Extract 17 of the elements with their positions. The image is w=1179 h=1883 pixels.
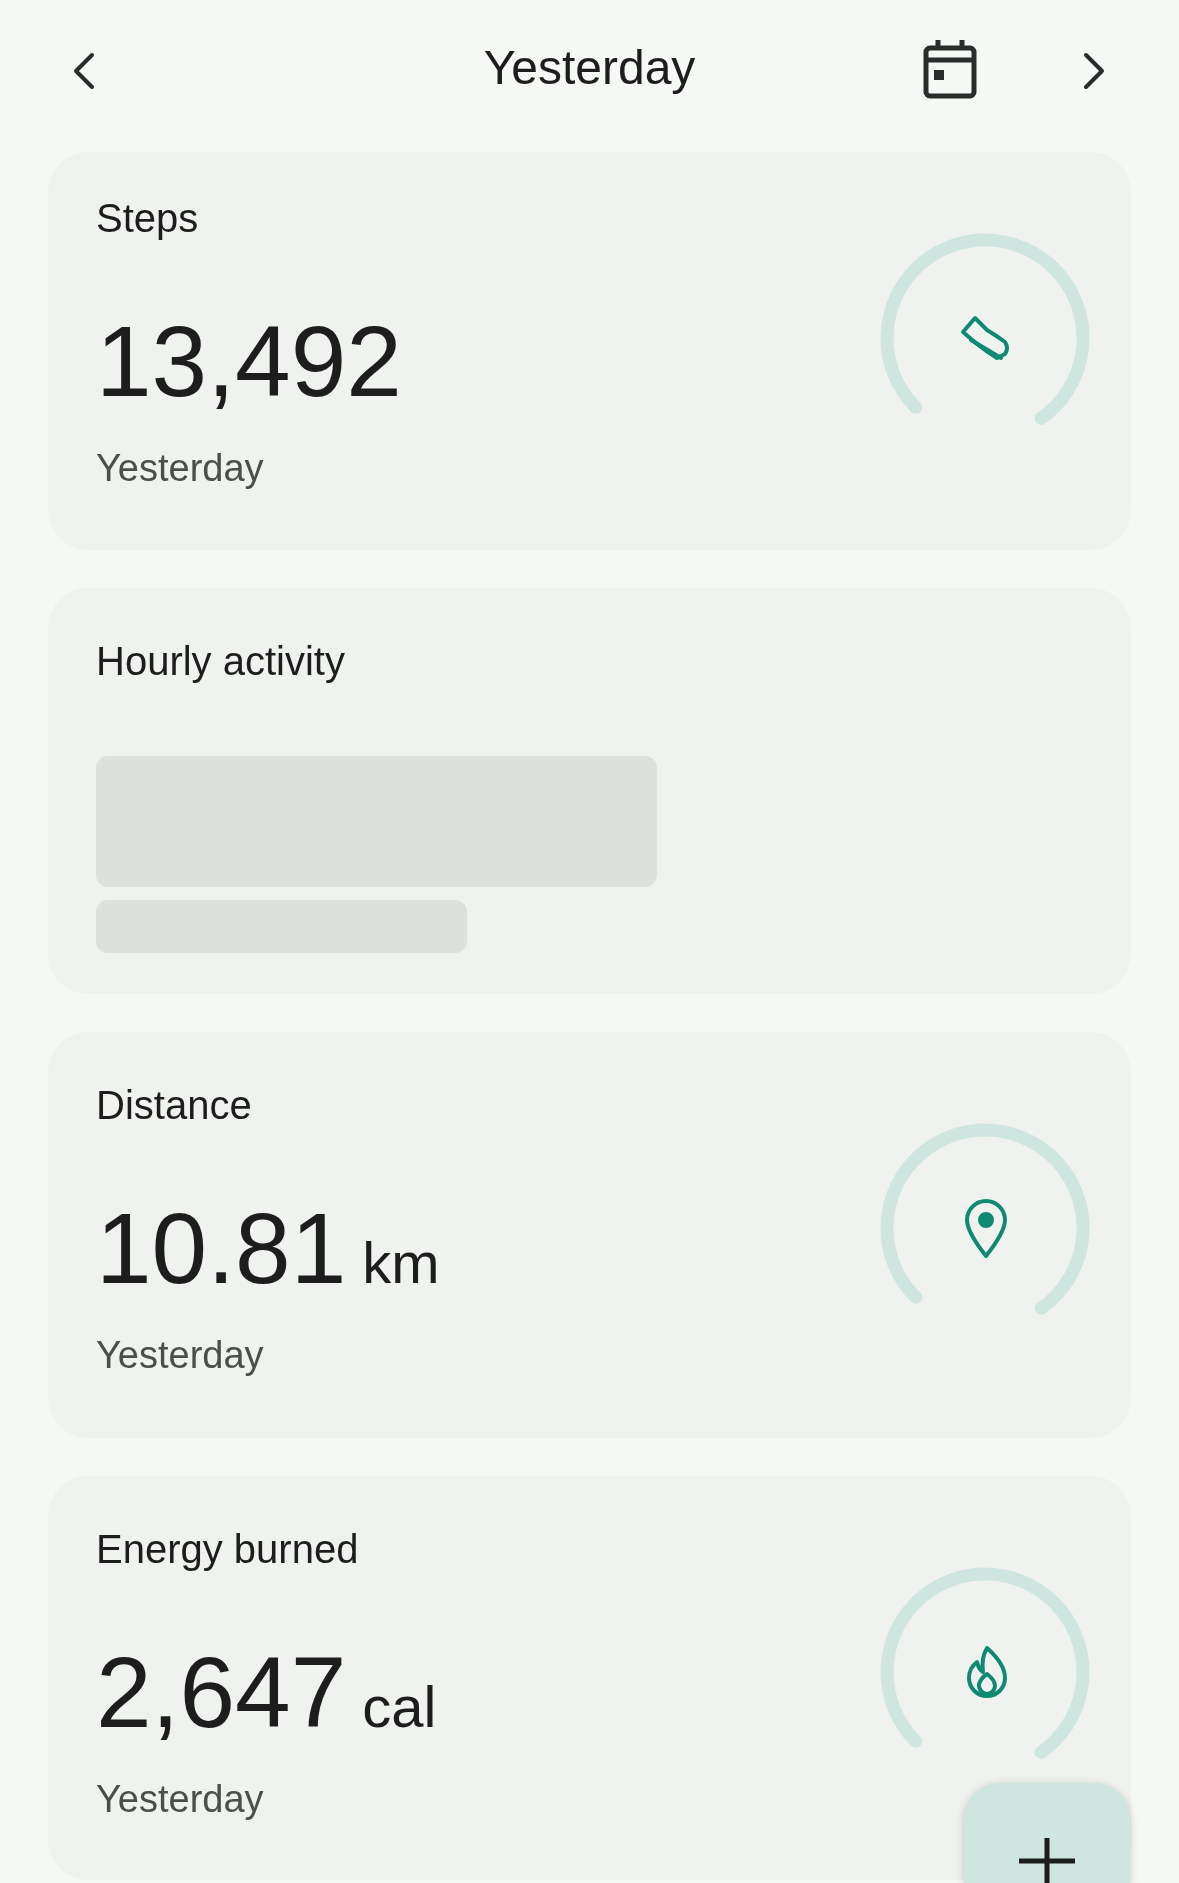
card-title: Energy burned: [96, 1526, 359, 1573]
card-background[interactable]: Steps 13,492 Yesterday: [48, 152, 1131, 550]
card-title: Steps: [96, 195, 199, 242]
unit-label: cal: [362, 1673, 437, 1741]
metric-value: 10.81: [96, 1193, 347, 1303]
card-title: Distance: [96, 1082, 252, 1129]
card-background[interactable]: Distance 10.81 km Yesterday: [48, 1032, 1131, 1438]
date-title: Yesterday: [483, 40, 696, 96]
date-label: Yesterday: [96, 1777, 264, 1822]
card-background[interactable]: Hourly activity: [48, 588, 1131, 994]
metric-value: 2,647: [96, 1637, 347, 1747]
date-label: Yesterday: [96, 1333, 264, 1378]
date-label: Yesterday: [96, 446, 264, 491]
card-title: Hourly activity: [96, 638, 345, 685]
card-background[interactable]: Energy burned 2,647 cal Yesterday: [48, 1476, 1131, 1880]
metric-value: 13,492: [96, 306, 402, 416]
unit-label: km: [362, 1229, 440, 1297]
